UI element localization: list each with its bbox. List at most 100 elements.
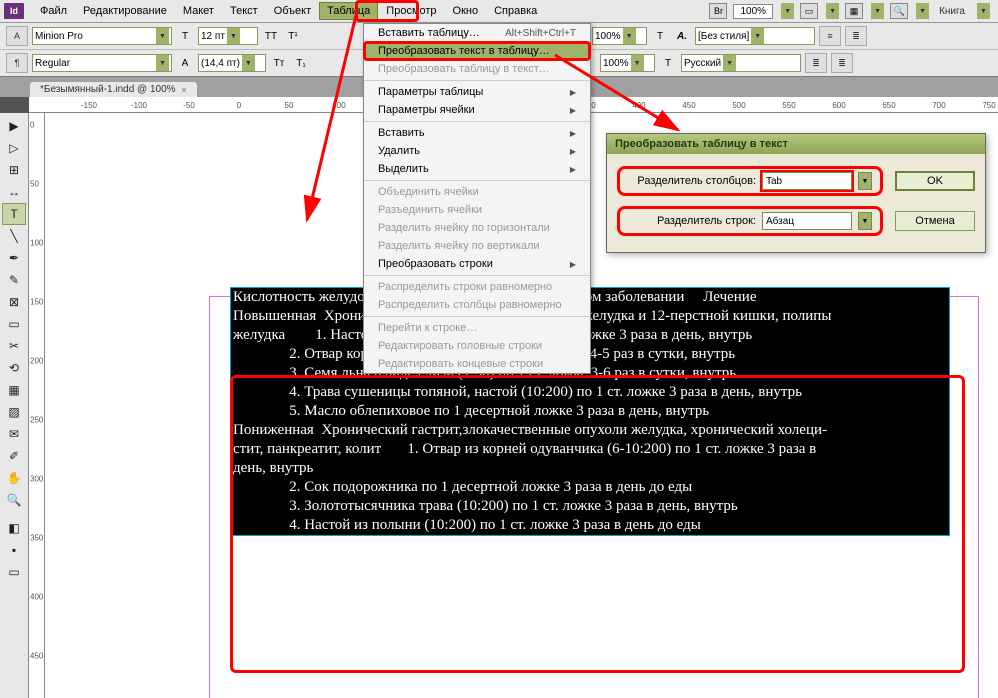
search-dropdown-icon[interactable]: ▼ (916, 3, 929, 19)
selection-tool[interactable]: ▶ (2, 115, 26, 137)
align4-icon[interactable]: ≣ (831, 53, 853, 73)
fill-stroke-swatch[interactable]: ◧ (2, 517, 26, 539)
menu-item: Распределить столбцы равномерно (364, 296, 590, 314)
screen-mode-tool[interactable]: ▭ (2, 561, 26, 583)
lang-value: Русский (684, 58, 721, 69)
lang-input[interactable]: Русский▼ (681, 54, 801, 72)
apply-color-icon[interactable]: ▪ (2, 539, 26, 561)
line-tool[interactable]: ╲ (2, 225, 26, 247)
align3-icon[interactable]: ≣ (805, 53, 827, 73)
subscript-icon[interactable]: T₁ (292, 54, 310, 72)
menu-item: Редактировать концевые строки (364, 355, 590, 373)
screen-mode-icon[interactable]: ▭ (800, 3, 818, 19)
menu-item[interactable]: Выделить▶ (364, 160, 590, 178)
tab-document[interactable]: *Безымянный-1.indd @ 100% × (30, 82, 197, 97)
menu-item[interactable]: Вставить таблицу…Alt+Shift+Ctrl+T (364, 24, 590, 42)
ruler-vertical: 050100150200250300350400450 (29, 113, 45, 698)
align-icon[interactable]: ≡ (819, 26, 841, 46)
close-icon[interactable]: × (182, 85, 187, 95)
col-separator-row: Разделитель столбцов: ▼ (617, 166, 883, 196)
vscale-input[interactable]: 100%▼ (592, 27, 647, 45)
pen-tool[interactable]: ✒ (2, 247, 26, 269)
gradient-tool[interactable]: ▦ (2, 379, 26, 401)
row-separator-input[interactable] (762, 212, 852, 230)
rectangle-tool[interactable]: ▭ (2, 313, 26, 335)
smallcaps-icon[interactable]: Tᴛ (270, 54, 288, 72)
annotation-content-highlight (230, 375, 965, 673)
superscript-icon[interactable]: T¹ (284, 27, 302, 45)
workspace-dropdown-icon[interactable]: ▼ (977, 3, 990, 19)
chevron-down-icon[interactable]: ▼ (227, 28, 240, 44)
zoom-dropdown-icon[interactable]: ▼ (781, 3, 794, 19)
menu-text[interactable]: Текст (222, 2, 266, 20)
page-tool[interactable]: ⊞ (2, 159, 26, 181)
chevron-down-icon[interactable]: ▼ (723, 55, 736, 71)
chevron-down-icon[interactable]: ▼ (858, 172, 872, 190)
direct-selection-tool[interactable]: ▷ (2, 137, 26, 159)
menu-item[interactable]: Удалить▶ (364, 142, 590, 160)
chevron-down-icon[interactable]: ▼ (623, 28, 636, 44)
type-tool[interactable]: T (2, 203, 26, 225)
table-menu-dropdown: Вставить таблицу…Alt+Shift+Ctrl+TПреобра… (363, 23, 591, 374)
hscale-input[interactable]: 100%▼ (600, 54, 655, 72)
rectangle-frame-tool[interactable]: ⊠ (2, 291, 26, 313)
menu-item[interactable]: Вставить▶ (364, 124, 590, 142)
chevron-down-icon[interactable]: ▼ (751, 28, 764, 44)
char-format-icon[interactable]: A (6, 26, 28, 46)
char-style-icon: A. (673, 27, 691, 45)
chevron-down-icon[interactable]: ▼ (631, 55, 644, 71)
menu-item[interactable]: Параметры таблицы▶ (364, 83, 590, 101)
pencil-tool[interactable]: ✎ (2, 269, 26, 291)
menu-view[interactable]: Просмотр (378, 2, 444, 20)
screen-mode-dropdown-icon[interactable]: ▼ (826, 3, 839, 19)
menu-table[interactable]: Таблица (319, 2, 378, 20)
chevron-down-icon[interactable]: ▼ (242, 55, 255, 71)
menu-item: Перейти к строке… (364, 319, 590, 337)
col-separator-input[interactable] (762, 172, 852, 190)
scissors-tool[interactable]: ✂ (2, 335, 26, 357)
zoom-tool[interactable]: 🔍 (2, 489, 26, 511)
leading-icon: A (176, 54, 194, 72)
menu-file[interactable]: Файл (32, 2, 75, 20)
col-separator-label: Разделитель столбцов: (626, 175, 756, 187)
ok-button[interactable]: OK (895, 171, 975, 191)
search-icon[interactable]: 🔍 (890, 3, 908, 19)
arrange-icon[interactable]: ▦ (845, 3, 863, 19)
char-style-value: [Без стиля] (698, 31, 749, 42)
zoom-level[interactable]: 100% (733, 4, 773, 19)
menu-edit[interactable]: Редактирование (75, 2, 175, 20)
gradient-feather-tool[interactable]: ▨ (2, 401, 26, 423)
align2-icon[interactable]: ≣ (845, 26, 867, 46)
menu-item[interactable]: Преобразовать текст в таблицу… (364, 42, 590, 60)
font-size-input[interactable]: 12 пт▼ (198, 27, 258, 45)
tab-title: *Безымянный-1.indd @ 100% (40, 84, 176, 95)
workspace-label[interactable]: Книга (935, 6, 969, 17)
menu-window[interactable]: Окно (445, 2, 487, 20)
menu-help[interactable]: Справка (486, 2, 545, 20)
bridge-icon[interactable]: Br (709, 3, 727, 19)
vscale-value: 100% (595, 31, 621, 42)
menu-layout[interactable]: Макет (175, 2, 222, 20)
skew-icon: T (659, 54, 677, 72)
leading-input[interactable]: (14,4 пт)▼ (198, 54, 266, 72)
char-style-input[interactable]: [Без стиля]▼ (695, 27, 815, 45)
transform-tool[interactable]: ⟲ (2, 357, 26, 379)
font-family-input[interactable]: Minion Pro▼ (32, 27, 172, 45)
para-format-icon[interactable]: ¶ (6, 53, 28, 73)
chevron-down-icon[interactable]: ▼ (156, 28, 169, 44)
chevron-down-icon[interactable]: ▼ (156, 55, 169, 71)
allcaps-icon[interactable]: TT (262, 27, 280, 45)
menu-item[interactable]: Преобразовать строки▶ (364, 255, 590, 273)
note-tool[interactable]: ✉ (2, 423, 26, 445)
font-style-input[interactable]: Regular▼ (32, 54, 172, 72)
gap-tool[interactable]: ↔ (2, 181, 26, 203)
hand-tool[interactable]: ✋ (2, 467, 26, 489)
cancel-button[interactable]: Отмена (895, 211, 975, 231)
row-separator-label: Разделитель строк: (626, 215, 756, 227)
menu-object[interactable]: Объект (266, 2, 319, 20)
leading-value: (14,4 пт) (201, 58, 240, 69)
eyedropper-tool[interactable]: ✐ (2, 445, 26, 467)
menu-item[interactable]: Параметры ячейки▶ (364, 101, 590, 119)
arrange-dropdown-icon[interactable]: ▼ (871, 3, 884, 19)
chevron-down-icon[interactable]: ▼ (858, 212, 872, 230)
